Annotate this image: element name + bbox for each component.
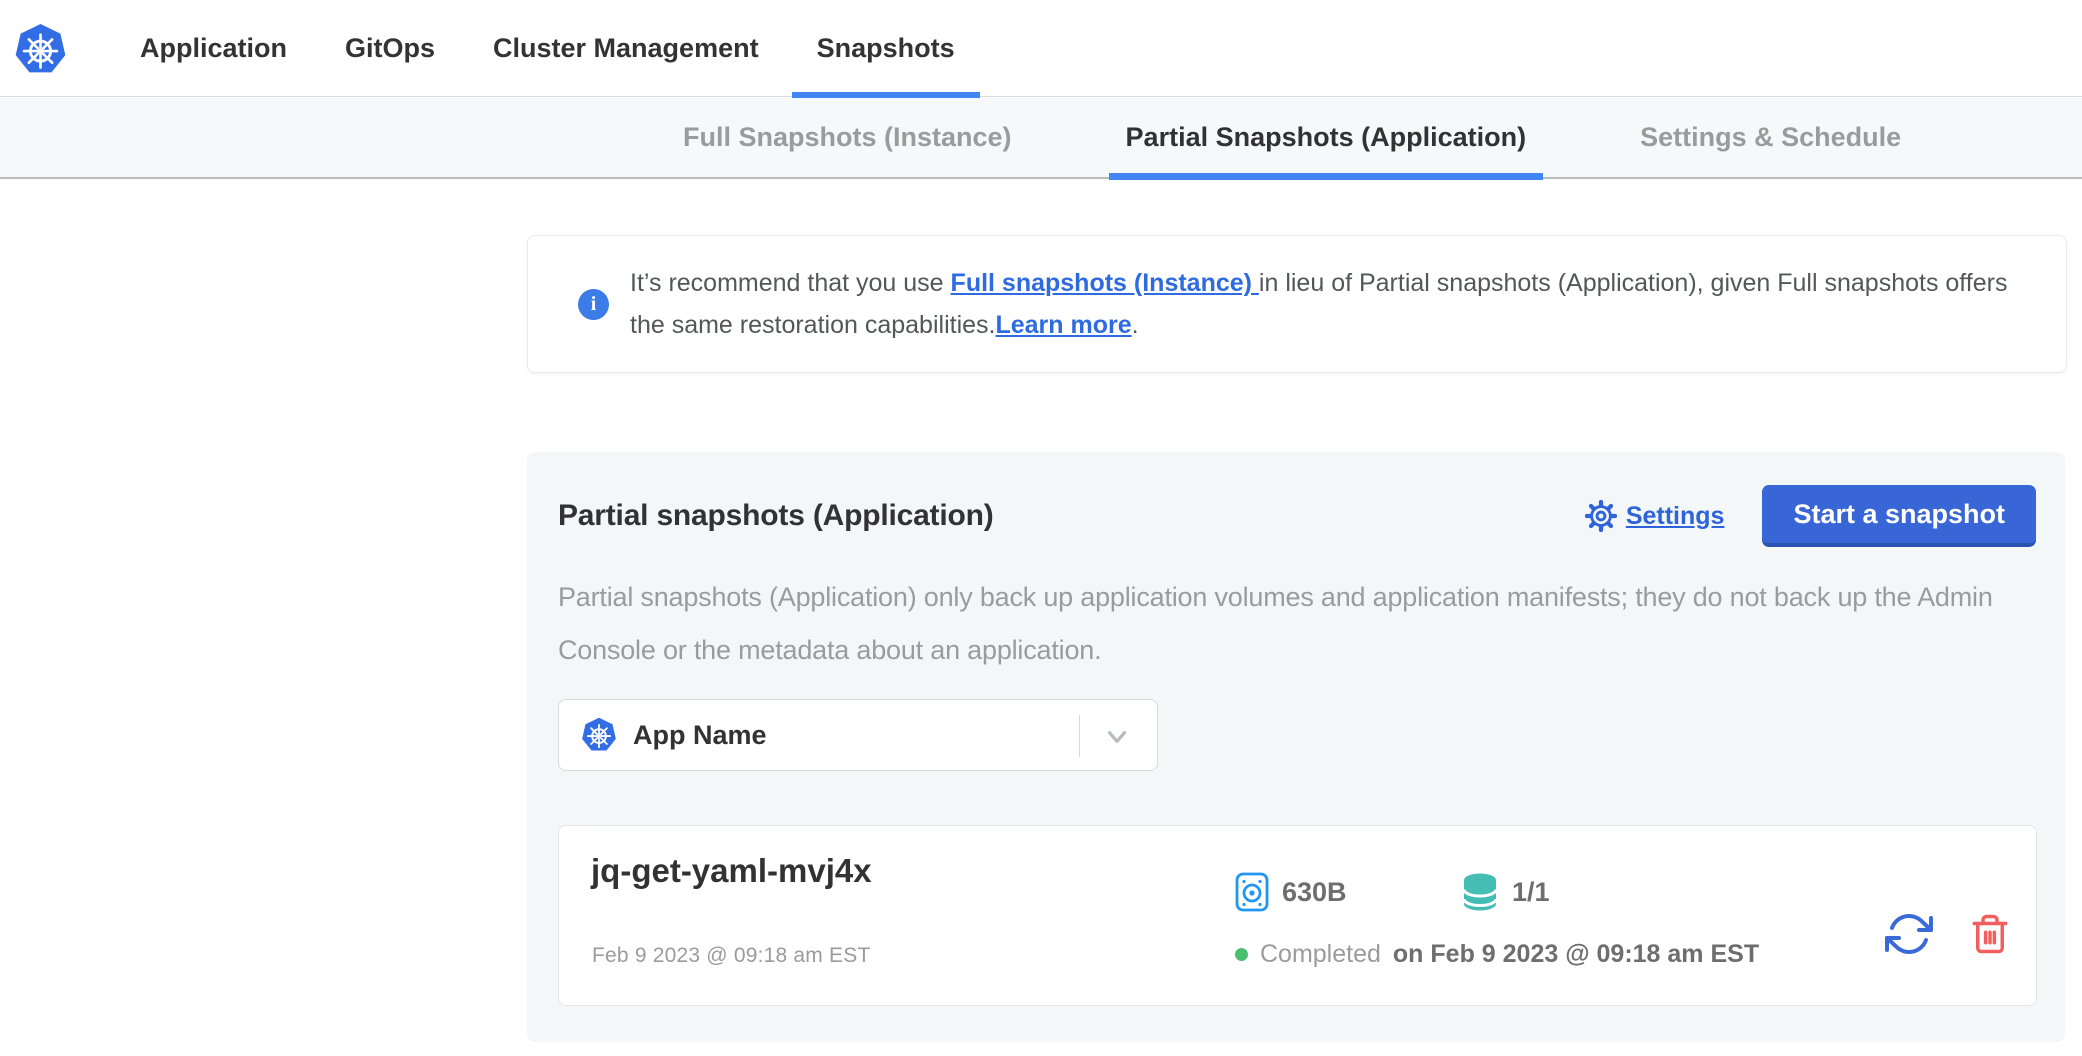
app-kubernetes-icon [581, 717, 617, 753]
info-banner: i It’s recommend that you use Full snaps… [527, 235, 2067, 373]
nav-item-snapshots[interactable]: Snapshots [817, 0, 955, 97]
delete-snapshot-button[interactable] [1969, 912, 2011, 959]
snapshot-volumes-value: 1/1 [1512, 877, 1550, 908]
tab-settings-schedule[interactable]: Settings & Schedule [1623, 97, 1918, 178]
snapshot-name: jq-get-yaml-mvj4x [591, 852, 872, 890]
tab-label: Settings & Schedule [1640, 122, 1901, 153]
settings-link[interactable]: Settings [1585, 500, 1725, 532]
active-underline [792, 92, 980, 98]
panel-header: Partial snapshots (Application) [558, 485, 2036, 547]
trash-icon [1969, 912, 2011, 956]
partial-snapshots-panel: Partial snapshots (Application) [527, 452, 2065, 1042]
app-name-selector[interactable]: App Name [558, 699, 1158, 771]
nav-label: GitOps [345, 33, 435, 64]
info-icon: i [578, 289, 609, 320]
gear-icon [1585, 500, 1617, 532]
banner-text: It’s recommend that you use Full snapsho… [630, 262, 2030, 346]
nav-item-cluster-management[interactable]: Cluster Management [493, 0, 759, 97]
volumes-database-icon [1461, 872, 1499, 912]
snapshot-status: Completed on Feb 9 2023 @ 09:18 am EST [1235, 940, 1759, 969]
panel-header-actions: Settings Start a snapshot [1585, 485, 2036, 547]
nav-label: Snapshots [817, 33, 955, 64]
status-finished-date: on Feb 9 2023 @ 09:18 am EST [1393, 940, 1759, 969]
page-title: Partial snapshots (Application) [558, 499, 994, 533]
nav-label: Application [140, 33, 287, 64]
restore-icon [1885, 910, 1933, 958]
nav-item-application[interactable]: Application [140, 0, 287, 97]
snapshot-size-value: 630B [1282, 877, 1347, 908]
snapshot-row: jq-get-yaml-mvj4x Feb 9 2023 @ 09:18 am … [558, 825, 2037, 1006]
snapshot-size: 630B [1235, 872, 1347, 912]
learn-more-link[interactable]: Learn more [995, 311, 1131, 339]
app-name-value: App Name [633, 720, 767, 751]
main-nav: Application GitOps Cluster Management Sn… [140, 0, 955, 97]
kubernetes-logo-icon [14, 23, 67, 76]
settings-label: Settings [1626, 502, 1725, 531]
banner-text-start: It’s recommend that you use [630, 269, 951, 297]
banner-text-end: . [1132, 311, 1139, 339]
active-underline [1109, 173, 1544, 180]
top-header: Application GitOps Cluster Management Sn… [0, 0, 2082, 97]
full-snapshots-link[interactable]: Full snapshots (Instance) [951, 269, 1259, 297]
tab-full-snapshots[interactable]: Full Snapshots (Instance) [666, 97, 1029, 178]
nav-item-gitops[interactable]: GitOps [345, 0, 435, 97]
tab-label: Full Snapshots (Instance) [683, 122, 1012, 153]
chevron-down-icon [1102, 723, 1132, 751]
selector-divider [1079, 715, 1080, 757]
snapshot-volumes: 1/1 [1461, 872, 1550, 912]
nav-label: Cluster Management [493, 33, 759, 64]
status-dot [1235, 948, 1248, 961]
tab-partial-snapshots[interactable]: Partial Snapshots (Application) [1109, 97, 1544, 178]
snapshot-started-date: Feb 9 2023 @ 09:18 am EST [592, 944, 870, 968]
start-snapshot-button[interactable]: Start a snapshot [1762, 485, 2036, 547]
tab-label: Partial Snapshots (Application) [1126, 122, 1527, 153]
disk-size-icon [1235, 872, 1269, 912]
status-label: Completed [1260, 940, 1381, 969]
snapshots-subnav: Full Snapshots (Instance) Partial Snapsh… [0, 98, 2082, 179]
panel-description: Partial snapshots (Application) only bac… [558, 571, 2038, 677]
restore-snapshot-button[interactable] [1885, 910, 1933, 961]
